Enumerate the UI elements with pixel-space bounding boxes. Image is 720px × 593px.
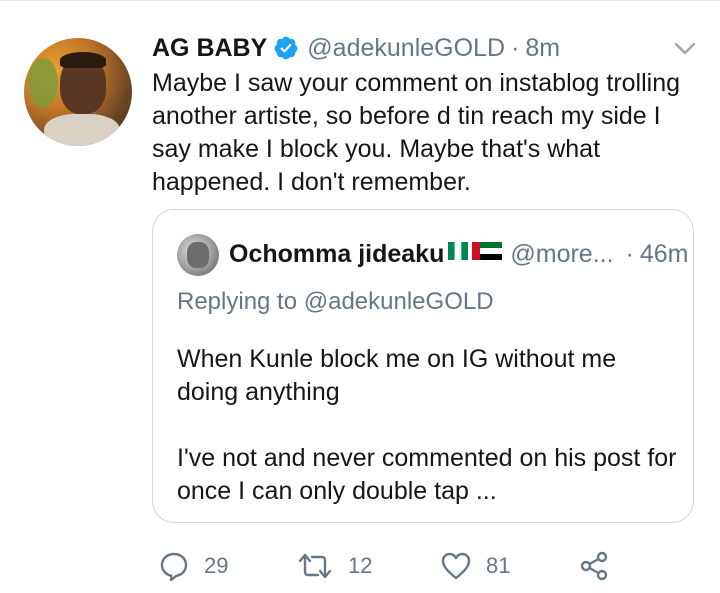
uae-flag-icon — [472, 240, 503, 269]
replying-to-label[interactable]: Replying to @adekunleGOLD — [177, 288, 494, 316]
reply-button[interactable]: 29 — [158, 546, 228, 586]
tweet-text: Maybe I saw your comment on instablog tr… — [152, 69, 681, 196]
quoted-tweet-timestamp[interactable]: 46m — [640, 240, 689, 269]
share-icon — [578, 550, 610, 582]
reply-count: 29 — [204, 553, 229, 578]
share-button[interactable] — [578, 546, 610, 586]
author-name[interactable]: AG BABY — [152, 34, 267, 63]
reply-bubble-icon — [158, 550, 190, 582]
chevron-down-icon[interactable] — [672, 38, 698, 58]
like-count: 81 — [486, 553, 511, 578]
author-avatar[interactable] — [24, 38, 132, 146]
tweet-header: AG BABY @adekunleGOLD · 8m — [152, 30, 560, 66]
quoted-tweet-header: Ochomma jideaku @more... · 46m — [229, 236, 689, 272]
quoted-paragraph-1: When Kunle block me on IG without me doi… — [177, 345, 617, 406]
quoted-tweet-card[interactable]: Ochomma jideaku @more... · 46m Replying … — [152, 209, 694, 523]
quoted-author-handle[interactable]: @more... — [510, 240, 613, 269]
author-handle[interactable]: @adekunleGOLD — [307, 34, 505, 63]
retweet-icon — [296, 550, 334, 582]
like-button[interactable]: 81 — [440, 546, 510, 586]
header-separator: · — [511, 33, 520, 62]
heart-icon — [440, 550, 472, 582]
quoted-author-avatar[interactable] — [177, 234, 219, 276]
nigeria-flag-icon — [447, 240, 469, 269]
verified-badge-icon — [273, 35, 299, 61]
quoted-tweet-text: When Kunle block me on IG without me doi… — [177, 343, 677, 508]
retweet-count: 12 — [348, 553, 373, 578]
top-divider — [0, 0, 720, 1]
quoted-author-name[interactable]: Ochomma jideaku — [229, 240, 444, 269]
tweet-actions: 29 12 81 — [0, 546, 720, 586]
quoted-header-separator: · — [625, 239, 634, 268]
retweet-button[interactable]: 12 — [296, 546, 372, 586]
tweet-timestamp[interactable]: 8m — [525, 34, 560, 63]
quoted-paragraph-2: I've not and never commented on his post… — [177, 444, 677, 505]
